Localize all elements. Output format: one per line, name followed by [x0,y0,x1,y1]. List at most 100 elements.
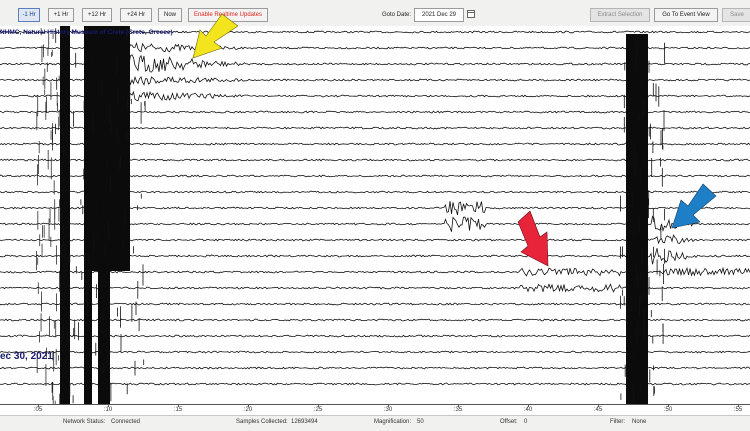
signal-spike [62,159,63,173]
signal-spike [653,365,654,371]
signal-spike [110,382,112,402]
signal-spike [623,116,625,133]
signal-spike [62,348,63,353]
signal-spike [648,60,650,73]
signal-spike [49,208,51,223]
signal-spike [137,280,139,299]
signal-spike [58,355,59,361]
signal-spike [129,80,131,101]
signal-spike [140,102,142,124]
signal-spike [41,291,42,312]
signal-spike [37,96,39,117]
signal-spike [87,291,88,313]
signal-spike [47,149,49,170]
signal-spike [120,155,121,170]
signal-spike [636,321,638,340]
plus-1hr-button[interactable]: +1 Hr [48,8,74,22]
signal-spike [37,164,38,186]
signal-spike [51,49,53,56]
signal-spike [651,157,653,177]
signal-spike [627,214,629,222]
signal-spike [641,98,643,120]
signal-spike [652,208,654,222]
signal-spike [640,383,641,390]
signal-spike [50,236,52,247]
signal-spike [56,245,57,265]
plus-12hr-button[interactable]: +12 Hr [82,8,112,22]
signal-spike [96,227,98,237]
enable-realtime-button[interactable]: Enable Realtime Updates [188,8,268,22]
signal-spike [633,226,635,238]
signal-spike [69,382,71,397]
signal-spike [83,168,85,180]
network-status-label: Network Status: [63,419,106,425]
calendar-icon[interactable] [467,10,475,18]
signal-spike [57,103,58,112]
signal-spike [65,147,66,155]
signal-spike [659,270,661,277]
signal-spike [134,360,136,376]
seismogram-plot[interactable] [0,26,750,413]
minus-1hr-button[interactable]: -1 Hr [18,8,40,22]
signal-spike [620,246,621,259]
signal-spike [110,119,112,132]
signal-spike [62,145,64,159]
axis-tick-label: :35 [453,407,463,413]
signal-spike [644,102,646,117]
extract-selection-button[interactable]: Extract Selection [590,8,650,22]
filter-label: Filter: [610,419,625,425]
signal-spike [64,244,66,265]
signal-spike [38,141,40,154]
signal-spike [623,94,625,109]
signal-spike [37,210,39,230]
signal-spike [47,47,49,56]
plus-24hr-button[interactable]: +24 Hr [120,8,152,22]
now-button[interactable]: Now [158,8,182,22]
signal-spike [626,112,628,123]
save-button[interactable]: Save [722,8,750,22]
signal-spike [52,396,54,413]
signal-spike [118,136,120,143]
signal-spike [142,264,144,286]
signal-spike [93,235,95,253]
signal-spike [652,141,654,153]
go-to-event-view-button[interactable]: Go To Event View [654,8,718,22]
signal-spike [117,307,118,317]
signal-spike [89,124,91,133]
signal-spike [43,225,45,238]
signal-spike [109,128,111,145]
signal-spike [44,68,46,90]
offset-label: Offset: [500,419,518,425]
signal-spike [622,289,623,296]
signal-spike [628,94,630,100]
signal-spike [648,198,649,219]
signal-spike [623,296,625,306]
signal-spike [40,313,42,332]
seismogram-traces [0,26,750,413]
signal-spike [131,305,133,322]
signal-spike [61,336,62,350]
signal-spike [65,35,66,50]
signal-spike [635,262,637,280]
signal-spike [36,112,38,131]
signal-spike [51,382,53,393]
signal-spike [662,145,664,150]
signal-spike [110,175,111,192]
signal-spike [66,326,68,343]
signal-spike [69,254,71,263]
toolbar: -1 Hr +1 Hr +12 Hr +24 Hr Now Enable Rea… [0,0,750,27]
signal-spike [652,336,654,344]
signal-spike [127,96,129,111]
signal-spike [662,323,664,333]
goto-date-input[interactable]: 2021 Dec 29 [414,8,464,22]
axis-tick-label: :50 [663,407,673,413]
signal-spike [116,54,118,76]
signal-spike [96,284,97,298]
signal-spike [39,234,41,247]
signal-spike [634,146,635,167]
signal-spike [106,341,108,359]
signal-spike [39,331,40,343]
signal-spike [43,44,44,58]
signal-spike [120,334,122,352]
signal-spike [59,274,61,293]
